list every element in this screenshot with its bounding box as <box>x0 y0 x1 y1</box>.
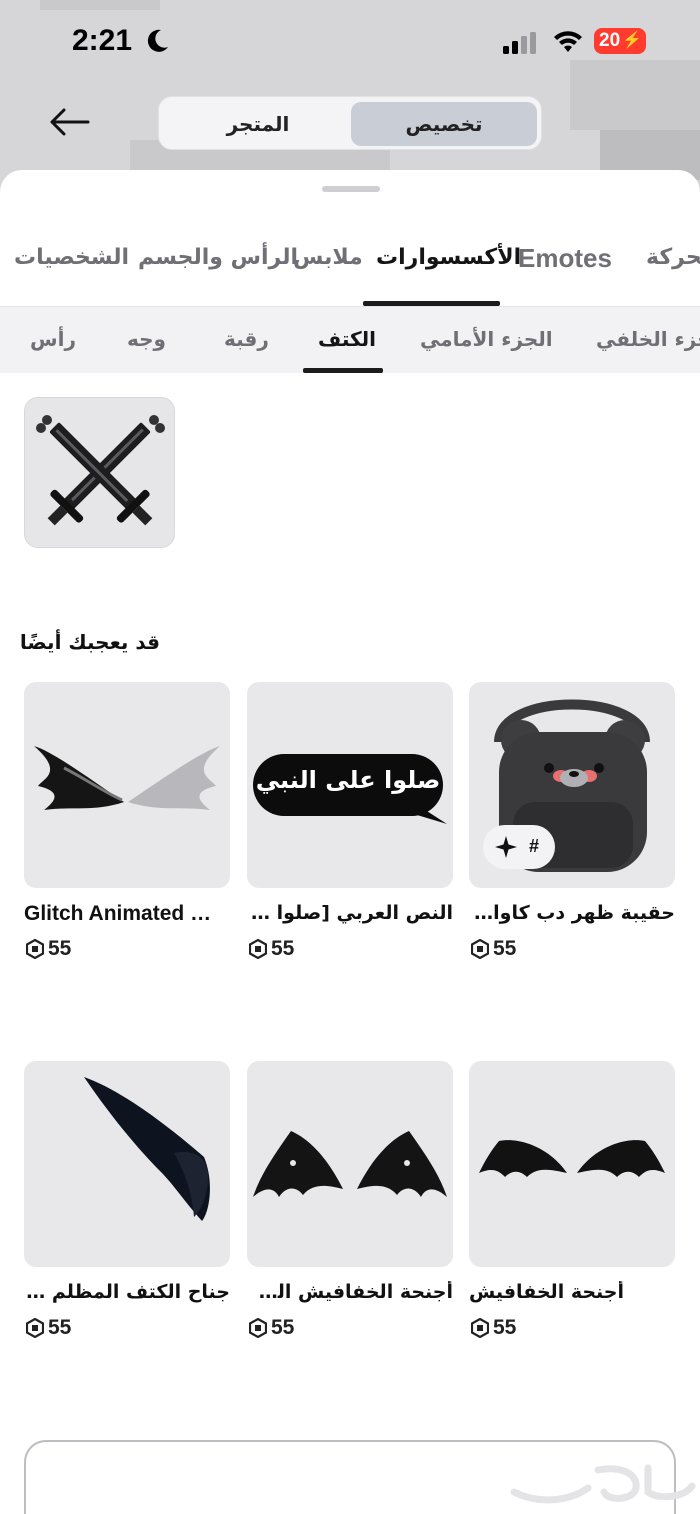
item-thumbnail <box>247 1061 453 1267</box>
moon-icon <box>147 29 168 52</box>
subtab-neck[interactable]: رقبة <box>224 323 269 355</box>
item-price: 55 <box>471 936 516 962</box>
cellular-signal-icon <box>503 32 536 54</box>
robux-icon <box>249 1318 267 1338</box>
tab-accessories[interactable]: الأكسسوارات <box>376 236 521 280</box>
item-name: Glitch Animated Wings <box>24 902 230 925</box>
tab-head-body[interactable]: الرأس والجسم <box>138 236 298 280</box>
category-tabs: الحركة Emotes الأكسسوارات ملابس الرأس وا… <box>0 236 700 306</box>
dark-shoulder-wing-image <box>84 1077 210 1221</box>
watermark-logo <box>510 1464 696 1504</box>
recommendations-title: قد يعجبك أيضًا <box>19 630 160 654</box>
item-name: النص العربي [صلوا على النبي] <box>247 902 453 924</box>
tab-characters[interactable]: الشخصيات <box>14 236 129 280</box>
item-thumbnail <box>24 1061 230 1267</box>
status-time: 2:21 <box>72 24 133 57</box>
speech-bubble-text: صلوا على النبي <box>255 766 441 794</box>
subtab-front[interactable]: الجزء الأمامي <box>420 323 553 355</box>
subtab-back[interactable]: الجزء الخلفي <box>596 323 700 355</box>
robux-icon <box>26 939 44 959</box>
item-card[interactable]: جناح الكتف المظلم (يمين) 55 <box>24 1061 230 1339</box>
item-name: أجنحة الخفافيش السوداء <box>247 1281 453 1303</box>
battery-level: 20 <box>599 30 621 51</box>
robux-icon <box>471 939 489 959</box>
back-arrow-icon[interactable] <box>48 106 90 138</box>
item-price-value: 55 <box>48 937 72 960</box>
tab-emotes[interactable]: Emotes <box>518 236 612 280</box>
badge-hash: # <box>529 836 540 856</box>
crossed-swords-image <box>36 415 165 526</box>
item-card[interactable]: أجنحة الخفافيش 55 <box>469 1061 675 1339</box>
item-badge: # <box>483 825 555 869</box>
robux-icon <box>249 939 267 959</box>
item-price-value: 55 <box>271 1316 295 1339</box>
battery-indicator: 20 ⚡ <box>594 28 646 54</box>
item-thumbnail <box>469 1061 675 1267</box>
item-price-value: 55 <box>493 1316 517 1339</box>
glitch-wings-image <box>34 746 220 810</box>
sparkle-icon <box>495 836 517 858</box>
item-name: حقيبة ظهر دب كاواي لطيفة <box>469 902 675 924</box>
subtab-shoulder[interactable]: الكتف <box>318 323 376 355</box>
tab-animation[interactable]: الحركة <box>646 236 700 280</box>
bat-wings-image <box>479 1140 665 1177</box>
subtab-head[interactable]: رأس <box>30 323 76 355</box>
avatar-editor-sheet: الحركة Emotes الأكسسوارات ملابس الرأس وا… <box>0 170 700 1514</box>
item-name: جناح الكتف المظلم (يمين) <box>24 1281 230 1303</box>
item-name: أجنحة الخفافيش <box>469 1281 624 1303</box>
charging-bolt-icon: ⚡ <box>622 32 642 49</box>
black-bat-wings-image <box>253 1131 447 1197</box>
active-subtab-indicator <box>303 368 383 373</box>
robux-icon <box>26 1318 44 1338</box>
tab-clothing[interactable]: ملابس <box>293 236 363 280</box>
item-price: 55 <box>249 936 294 962</box>
segment-store[interactable]: المتجر <box>165 102 351 146</box>
item-card[interactable]: صلوا على النبي النص العربي [صلوا على الن… <box>247 682 453 960</box>
item-card[interactable]: Glitch Animated Wings 55 <box>24 682 230 960</box>
item-price-value: 55 <box>48 1316 72 1339</box>
wifi-icon <box>554 31 582 52</box>
robux-icon <box>471 1318 489 1338</box>
item-price: 55 <box>249 1315 294 1341</box>
segment-customize[interactable]: تخصيص <box>351 102 537 146</box>
item-price-value: 55 <box>271 937 295 960</box>
subcategory-bar: الجزء الخلفي الجزء الأمامي الكتف رقبة وج… <box>0 307 700 373</box>
status-bar: 2:21 20 ⚡ <box>0 20 700 64</box>
item-price-value: 55 <box>493 937 517 960</box>
item-price: 55 <box>26 936 71 962</box>
item-thumbnail <box>24 682 230 888</box>
item-thumbnail: # <box>469 682 675 888</box>
item-price: 55 <box>26 1315 71 1341</box>
subtab-face[interactable]: وجه <box>127 323 166 355</box>
item-price: 55 <box>471 1315 516 1341</box>
sheet-grabber[interactable] <box>322 186 380 192</box>
equipped-item-crossed-swords[interactable] <box>24 397 175 548</box>
item-card[interactable]: أجنحة الخفافيش السوداء 55 <box>247 1061 453 1339</box>
item-thumbnail: صلوا على النبي <box>247 682 453 888</box>
store-customize-toggle: المتجر تخصيص <box>158 96 542 150</box>
item-card[interactable]: # حقيبة ظهر دب كاواي لطيفة 55 <box>469 682 675 960</box>
